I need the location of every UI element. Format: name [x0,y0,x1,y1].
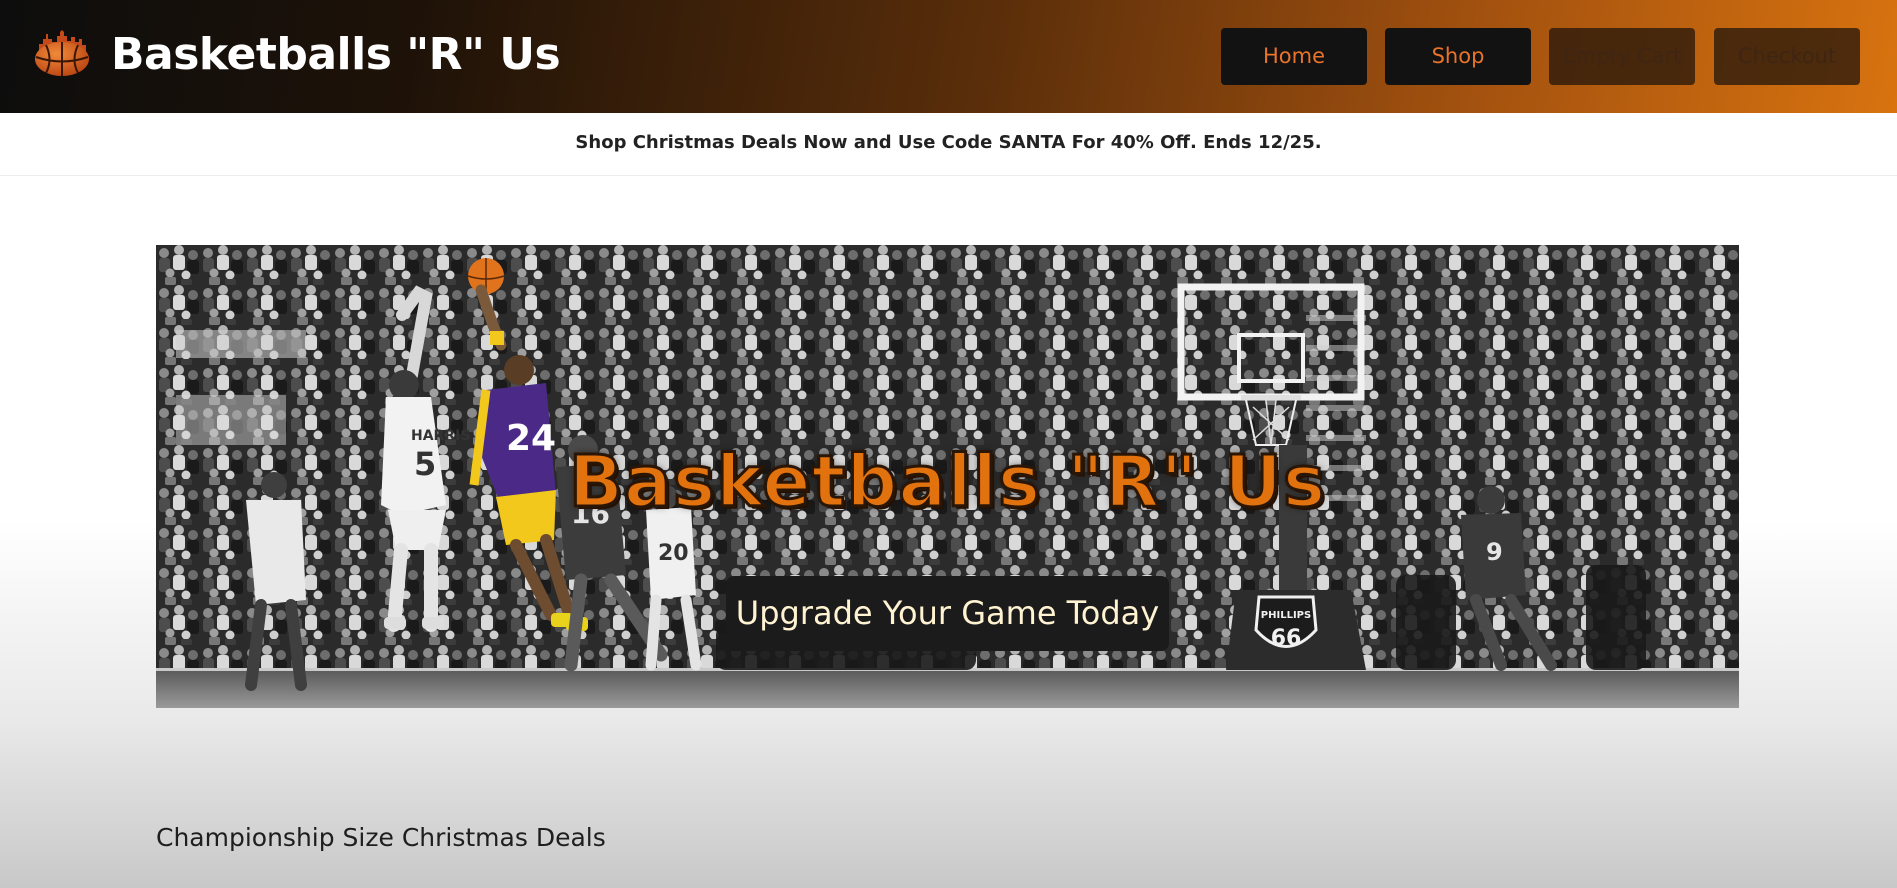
site-header: Basketballs "R" Us Home Shop Empty Cart … [0,0,1897,113]
sign-number-text: 66 [1271,626,1302,651]
nav-empty-cart-button[interactable]: Empty Cart [1549,28,1695,85]
hero-title: Basketballs "R" Us [567,439,1327,525]
promo-banner: Shop Christmas Deals Now and Use Code SA… [0,113,1897,176]
jersey-20-text: 20 [658,541,689,566]
site-brand-title[interactable]: Basketballs "R" Us [111,29,561,80]
jersey-9-text: 9 [1486,538,1503,566]
section-heading: Championship Size Christmas Deals [156,823,606,852]
nav-shop-button[interactable]: Shop [1385,28,1531,85]
basketball-skyline-logo-icon[interactable] [33,30,91,78]
sign-brand-text: PHILLIPS [1261,610,1311,621]
nav-home-button[interactable]: Home [1221,28,1367,85]
nav-checkout-button[interactable]: Checkout [1714,28,1860,85]
upgrade-cta-button[interactable]: Upgrade Your Game Today [726,576,1169,651]
